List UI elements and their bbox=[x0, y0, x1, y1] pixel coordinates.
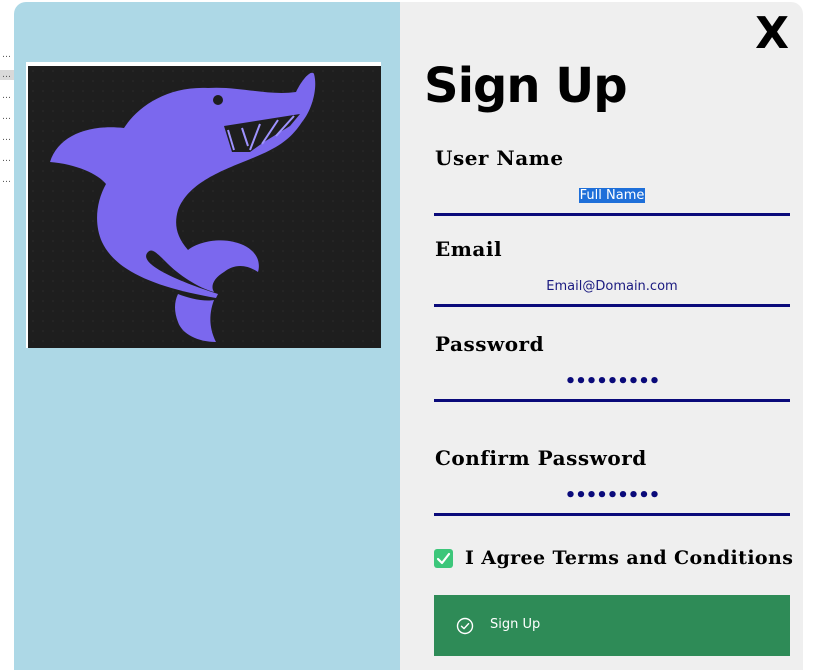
background-page-list: … … … … … … … bbox=[0, 40, 14, 200]
background-list-item: … bbox=[0, 70, 14, 80]
terms-checkbox[interactable] bbox=[434, 549, 453, 568]
username-value: Full Name bbox=[578, 188, 646, 203]
email-label: Email bbox=[435, 237, 503, 261]
terms-row: I Agree Terms and Conditions bbox=[434, 542, 803, 576]
password-underline bbox=[434, 399, 790, 402]
check-circle-icon bbox=[456, 617, 474, 635]
password-field[interactable]: ••••••••• bbox=[434, 371, 790, 392]
email-field[interactable]: Email@Domain.com bbox=[434, 279, 790, 294]
background-list-item: … bbox=[2, 112, 11, 122]
signup-modal: X Sign Up User Name Full Name Email Emai… bbox=[14, 2, 803, 670]
page-title: Sign Up bbox=[424, 58, 628, 114]
signup-button[interactable]: Sign Up bbox=[434, 595, 790, 656]
background-list-item: … bbox=[2, 50, 11, 60]
close-icon[interactable]: X bbox=[755, 8, 789, 59]
background-list-item: … bbox=[2, 91, 11, 101]
background-list-item: … bbox=[2, 175, 11, 185]
signup-button-label: Sign Up bbox=[490, 617, 541, 632]
password-label: Password bbox=[435, 332, 545, 356]
illustration-frame bbox=[26, 62, 381, 348]
email-underline bbox=[434, 304, 790, 307]
confirm-password-field[interactable]: ••••••••• bbox=[434, 485, 790, 506]
username-underline bbox=[434, 213, 790, 216]
username-label: User Name bbox=[435, 146, 564, 170]
checkmark-icon bbox=[436, 552, 451, 565]
background-list-item: … bbox=[2, 133, 11, 143]
background-list-item: … bbox=[2, 154, 11, 164]
illustration-panel bbox=[14, 2, 400, 670]
close-button[interactable]: X bbox=[755, 8, 789, 60]
terms-label[interactable]: I Agree Terms and Conditions bbox=[465, 545, 793, 571]
form-panel: X Sign Up User Name Full Name Email Emai… bbox=[400, 2, 803, 670]
confirm-password-underline bbox=[434, 513, 790, 516]
confirm-password-label: Confirm Password bbox=[435, 446, 647, 470]
username-field[interactable]: Full Name bbox=[434, 188, 790, 203]
shark-illustration bbox=[28, 66, 381, 348]
